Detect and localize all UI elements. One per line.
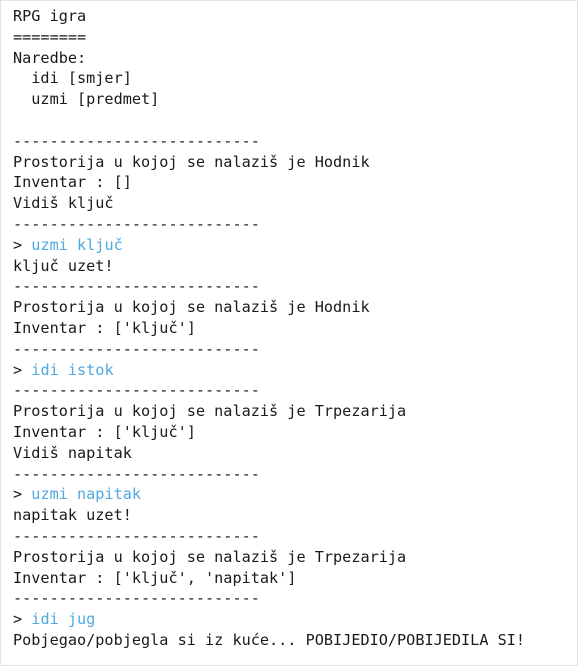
command-line: > idi jug [13, 609, 577, 630]
separator: --------------------------- [13, 214, 260, 233]
separator: --------------------------- [13, 131, 260, 150]
command-help-go: idi [smjer] [13, 69, 132, 88]
prompt-symbol: > [13, 235, 32, 254]
command-line: > idi istok [13, 360, 577, 381]
separator: --------------------------- [13, 464, 260, 483]
commands-heading: Naredbe: [13, 48, 87, 67]
prompt-symbol: > [13, 360, 32, 379]
response-line: napitak uzet! [13, 506, 132, 525]
prompt-symbol: > [13, 485, 32, 504]
room-line: Prostorija u kojoj se nalaziš je Trpezar… [13, 547, 407, 566]
command-help-take: uzmi [predmet] [13, 90, 160, 109]
separator: --------------------------- [13, 339, 260, 358]
inventory-line: Inventar : ['ključ', 'napitak'] [13, 568, 297, 587]
room-line: Prostorija u kojoj se nalaziš je Hodnik [13, 298, 370, 317]
title-underline: ======== [13, 27, 87, 46]
prompt-symbol: > [13, 610, 32, 629]
console-output: RPG igra ======== Naredbe: idi [smjer] u… [0, 0, 578, 666]
separator: --------------------------- [13, 526, 260, 545]
game-title: RPG igra [13, 7, 87, 25]
separator: --------------------------- [13, 589, 260, 608]
inventory-line: Inventar : ['ključ'] [13, 422, 196, 441]
user-command: idi istok [31, 360, 114, 379]
separator: --------------------------- [13, 381, 260, 400]
victory-message: Pobjegao/pobjegla si iz kuće... POBIJEDI… [13, 630, 526, 649]
visible-item-line: Vidiš napitak [13, 443, 132, 462]
user-command: uzmi ključ [31, 235, 123, 254]
response-line: ključ uzet! [13, 256, 114, 275]
command-line: > uzmi ključ [13, 235, 577, 256]
visible-item-line: Vidiš ključ [13, 194, 114, 213]
command-line: > uzmi napitak [13, 484, 577, 505]
inventory-line: Inventar : ['ključ'] [13, 318, 196, 337]
room-line: Prostorija u kojoj se nalaziš je Trpezar… [13, 402, 407, 421]
user-command: uzmi napitak [31, 485, 142, 504]
user-command: idi jug [31, 610, 96, 629]
inventory-line: Inventar : [] [13, 173, 132, 192]
separator: --------------------------- [13, 277, 260, 296]
room-line: Prostorija u kojoj se nalaziš je Hodnik [13, 152, 370, 171]
